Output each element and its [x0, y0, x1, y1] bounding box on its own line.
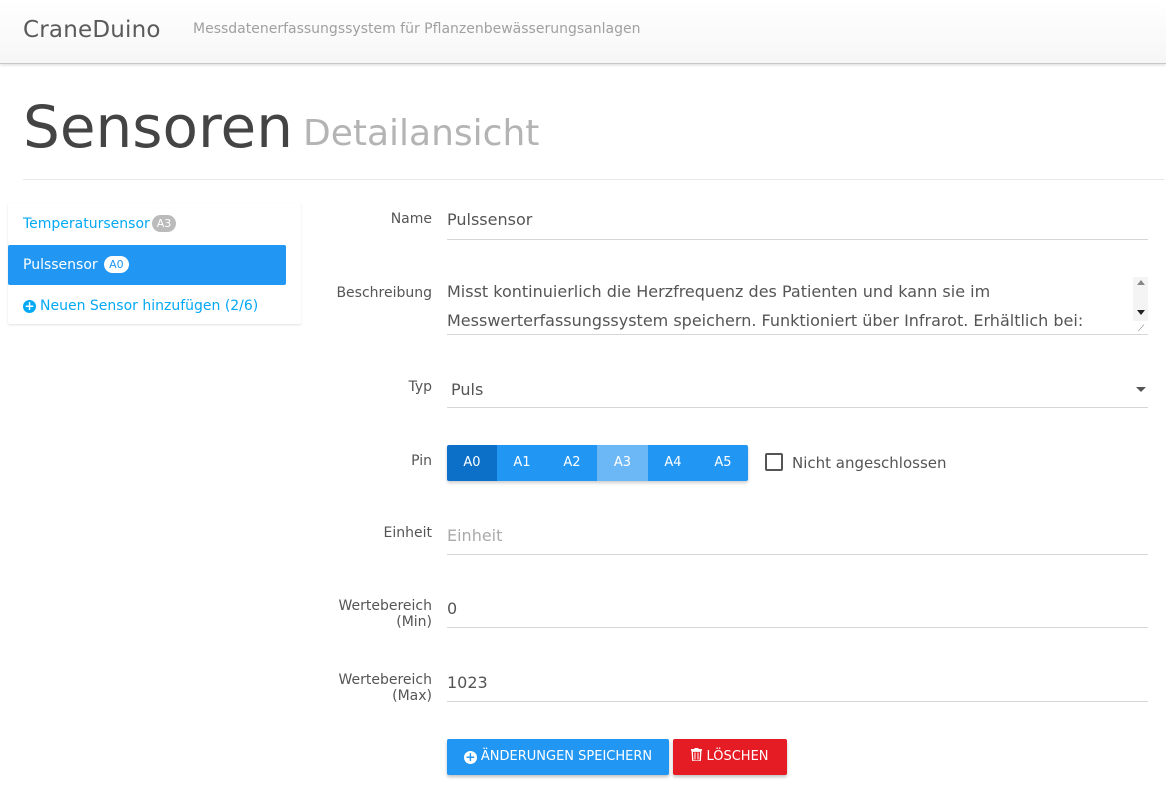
pin-button-a5[interactable]: A5 — [698, 445, 748, 481]
trash-icon — [691, 748, 703, 761]
description-label: Beschreibung — [336, 285, 432, 301]
pin-button-a1[interactable]: A1 — [497, 445, 547, 481]
pin-button-a3: A3 — [597, 445, 648, 481]
max-input[interactable] — [447, 673, 1148, 692]
min-field[interactable] — [447, 599, 1148, 628]
sidebar-item-temperatursensor[interactable]: Temperatursensor A3 — [8, 204, 286, 244]
save-button-label: ÄNDERUNGEN SPEICHERN — [480, 749, 653, 764]
description-scrollbar[interactable] — [1133, 277, 1148, 321]
add-sensor-link[interactable]: + Neuen Sensor hinzufügen (2/6) — [8, 287, 286, 327]
not-connected-label[interactable]: Nicht angeschlossen — [792, 454, 947, 472]
scroll-up-icon[interactable] — [1137, 280, 1145, 285]
max-label-line2: (Max) — [392, 688, 432, 704]
min-label-line1: Wertebereich — [338, 598, 432, 614]
name-label: Name — [390, 211, 432, 227]
name-input[interactable] — [447, 210, 1148, 229]
not-connected-checkbox[interactable] — [765, 453, 783, 471]
max-field[interactable] — [447, 673, 1148, 702]
brand-logo[interactable]: CraneDuino — [23, 17, 161, 43]
unit-input[interactable] — [447, 526, 1148, 545]
pin-button-a0[interactable]: A0 — [447, 445, 497, 481]
scroll-down-icon[interactable] — [1137, 310, 1145, 315]
page-title: Sensoren — [23, 93, 293, 161]
min-label: Wertebereich (Min) — [338, 598, 432, 630]
sidebar-item-pulssensor[interactable]: Pulssensor A0 — [8, 245, 286, 285]
name-field[interactable] — [447, 210, 1148, 240]
max-label: Wertebereich (Max) — [338, 672, 432, 704]
pin-badge: A0 — [104, 256, 129, 273]
sidebar-item-label: Pulssensor — [23, 257, 98, 273]
min-label-line2: (Min) — [396, 614, 432, 630]
description-textarea[interactable]: Misst kontinuierlich die Herzfrequenz de… — [447, 277, 1148, 335]
plus-circle-icon: + — [23, 299, 36, 313]
pin-button-group: A0 A1 A2 A3 A4 A5 — [447, 445, 748, 481]
sidebar-item-label: Temperatursensor — [23, 216, 150, 232]
navbar-subtitle: Messdatenerfassungssystem für Pflanzenbe… — [193, 21, 641, 37]
add-sensor-label: Neuen Sensor hinzufügen (2/6) — [40, 298, 259, 314]
chevron-down-icon — [1136, 387, 1146, 392]
save-button[interactable]: + ÄNDERUNGEN SPEICHERN — [447, 739, 669, 775]
sensor-list: Temperatursensor A3 Pulssensor A0 + Neuen … — [8, 203, 301, 324]
resize-handle-icon[interactable]: ⟋ — [1138, 325, 1147, 334]
pin-badge: A3 — [151, 215, 177, 232]
navbar: CraneDuino Messdatenerfassungssystem für… — [0, 0, 1166, 64]
type-select[interactable]: Puls — [447, 377, 1148, 408]
page-subtitle: Detailansicht — [303, 113, 540, 154]
page-header: Sensoren Detailansicht — [23, 92, 1164, 180]
type-selected-value: Puls — [451, 380, 484, 399]
delete-button-label: LÖSCHEN — [706, 749, 769, 764]
min-input[interactable] — [447, 599, 1148, 618]
pin-button-a4[interactable]: A4 — [648, 445, 698, 481]
description-line: Misst kontinuierlich die Herzfrequenz de… — [447, 282, 991, 301]
unit-label: Einheit — [383, 525, 432, 541]
type-label: Typ — [408, 379, 432, 395]
pin-button-a2[interactable]: A2 — [547, 445, 597, 481]
description-line: Messwerterfassungssystem speichern. Funk… — [447, 311, 1084, 330]
plus-circle-icon: + — [463, 750, 477, 764]
max-label-line1: Wertebereich — [338, 672, 432, 688]
unit-field[interactable] — [447, 526, 1148, 555]
delete-button[interactable]: LÖSCHEN — [673, 739, 787, 775]
pin-label: Pin — [411, 453, 432, 469]
